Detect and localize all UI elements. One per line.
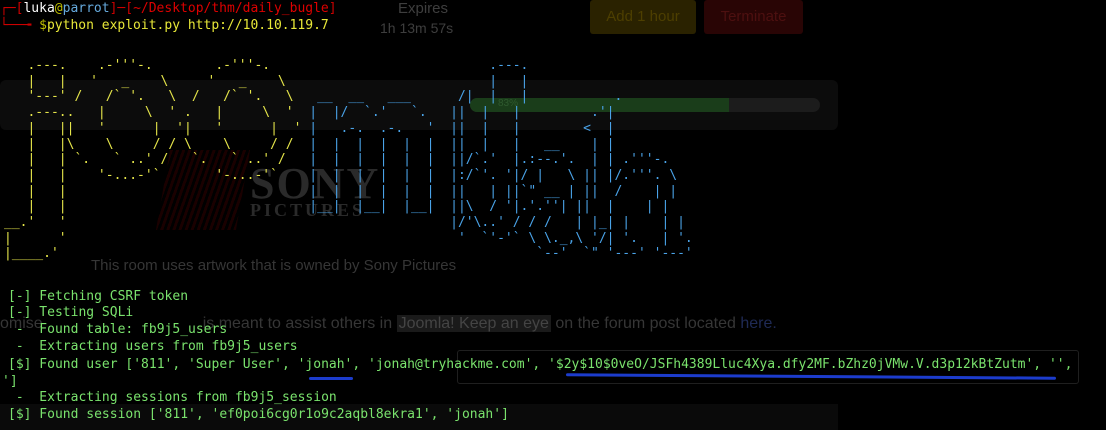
terminate-button[interactable]: Terminate (704, 0, 803, 34)
command-line: └──╼ $python exploit.py http://10.10.119… (0, 18, 329, 33)
output-line: - Found table: fb9j5_users (8, 322, 228, 337)
screenshot-root: Expires 1h 13m 57s Add 1 hour Terminate … (0, 0, 1106, 430)
output-line: [-] Fetching CSRF token (8, 289, 189, 304)
add-hour-button[interactable]: Add 1 hour (590, 0, 696, 34)
ascii-art-blue: .---. | | __ __ ___ /| | | . | |/ `.' `.… (309, 58, 693, 262)
prompt-line: ┌─[luka@parrot]─[~/Desktop/thm/daily_bug… (0, 1, 337, 16)
output-line-wrap: '] (2, 374, 18, 389)
prompt-path: ~/Desktop/thm/daily_bugle (133, 1, 329, 16)
output-line: [-] Testing SQLi (8, 305, 134, 320)
output-line: - Extracting sessions from fb9j5_session (8, 390, 337, 405)
prompt-user: luka (23, 1, 55, 16)
annotation-underline-username (309, 377, 353, 380)
command-text: python exploit.py http://10.10.119.7 (46, 18, 329, 33)
forum-highlight: Joomla! Keep an eye (396, 315, 551, 332)
forum-text-end: on the forum post located (555, 315, 736, 332)
forum-link[interactable]: here. (740, 315, 776, 332)
output-line: - Extracting users from fb9j5_users (8, 339, 298, 354)
expires-timer: 1h 13m 57s (380, 20, 454, 36)
forum-text-mid: is meant to assist others in (202, 315, 393, 332)
output-line-found-user: [$] Found user ['811', 'Super User', 'jo… (8, 357, 1081, 372)
expires-label: Expires (397, 0, 449, 17)
output-line-found-session: [$] Found session ['811', 'ef0poi6cg0r1o… (8, 407, 509, 422)
prompt-host: parrot (62, 1, 110, 16)
